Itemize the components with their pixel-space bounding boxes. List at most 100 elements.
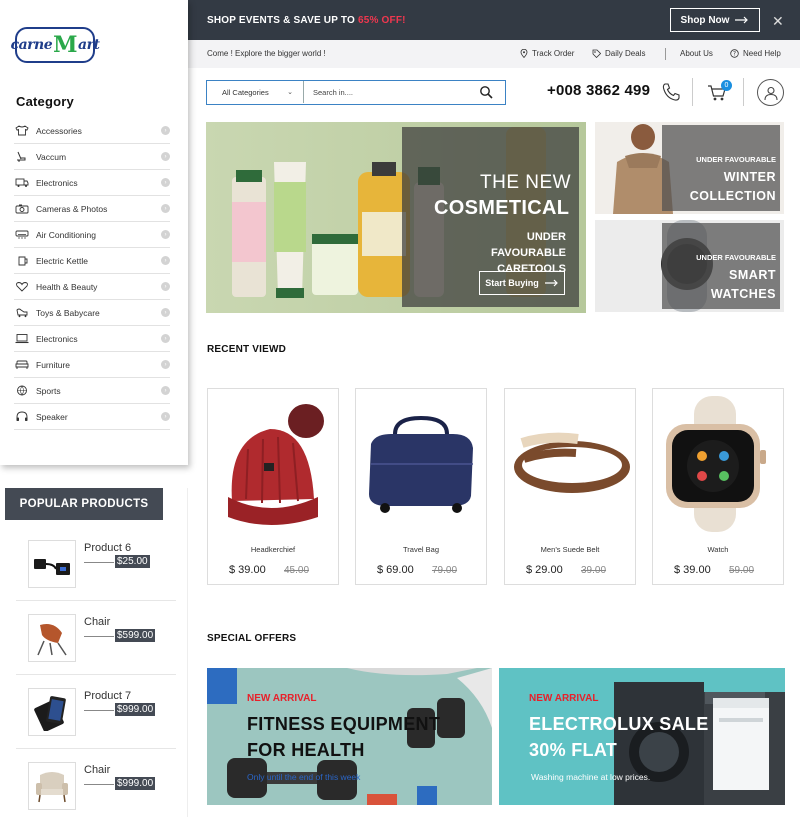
product-image[interactable] — [505, 389, 635, 539]
laptop-icon — [14, 333, 30, 345]
product-old-price: 39.00 — [581, 565, 607, 576]
product-image[interactable] — [653, 389, 783, 539]
product-card[interactable]: Watch $ 39.00 59.00 — [652, 388, 784, 585]
popular-product-item[interactable]: Chair $999.00 — [16, 749, 176, 817]
category-label: Furniture — [36, 359, 71, 370]
category-item-air-conditioning[interactable]: Air Conditioning › — [14, 222, 170, 248]
hero-banner-cosmetics[interactable]: THE NEW COSMETICAL UNDER FAVOURABLE CARE… — [206, 122, 586, 313]
product-card[interactable]: Travel Bag $ 69.00 79.00 — [355, 388, 487, 585]
banner-winter-collection[interactable]: UNDER FAVOURABLE WINTER COLLECTION — [595, 122, 784, 214]
arrow-right-icon — [735, 16, 749, 24]
product-thumbnail[interactable] — [28, 614, 76, 662]
offer-title-line2: FOR HEALTH — [247, 740, 365, 760]
product-image[interactable] — [356, 389, 486, 539]
product-price: $ 39.00 — [229, 564, 266, 576]
product-card[interactable]: Headkerchief $ 39.00 45.00 — [207, 388, 339, 585]
product-name[interactable]: Chair — [84, 764, 110, 776]
close-icon[interactable]: ✕ — [772, 13, 784, 30]
belt-image — [514, 432, 630, 493]
user-avatar[interactable] — [757, 79, 784, 106]
info-bar: Come ! Explore the bigger world ! Track … — [187, 40, 800, 68]
toy-icon — [14, 307, 30, 319]
chevron-right-icon: › — [161, 178, 170, 187]
popular-product-item[interactable]: Chair $599.00 — [16, 601, 176, 675]
category-item-electronics[interactable]: Electronics › — [14, 170, 170, 196]
product-name[interactable]: Chair — [84, 616, 110, 628]
product-old-price: 59.00 — [729, 565, 755, 576]
start-buying-button[interactable]: Start Buying — [479, 271, 565, 295]
popular-product-item[interactable]: Product 6 $25.00 — [16, 527, 176, 601]
product-name[interactable]: Headkerchief — [208, 545, 338, 554]
need-help-link[interactable]: ? Need Help — [730, 49, 781, 58]
promo-text: SHOP EVENTS & SAVE UP TO 65% OFF! — [207, 15, 406, 26]
product-price: $599.00 — [115, 629, 156, 642]
banner-smart-watches[interactable]: UNDER FAVOURABLE SMART WATCHES — [595, 220, 784, 312]
banner-subtitle: UNDER FAVOURABLE — [696, 253, 776, 262]
product-price: $999.00 — [115, 777, 156, 790]
offer-banner-fitness[interactable]: NEW ARRIVAL FITNESS EQUIPMENT FOR HEALTH… — [207, 668, 492, 805]
track-order-link[interactable]: Track Order — [520, 49, 574, 58]
phone-number[interactable]: +008 3862 499 — [547, 82, 650, 99]
special-offers-title: SPECIAL OFFERS — [207, 633, 297, 644]
product-name[interactable]: Men’s Suede Belt — [505, 545, 635, 554]
banner-title-line2: COLLECTION — [689, 189, 776, 203]
chevron-right-icon: › — [161, 256, 170, 265]
category-sidebar: carne Mart Category Accessories › Vaccum … — [0, 0, 188, 465]
about-us-link[interactable]: About Us — [680, 49, 713, 58]
product-card[interactable]: Men’s Suede Belt $ 29.00 39.00 — [504, 388, 636, 585]
phone-icon[interactable] — [661, 82, 681, 102]
product-old-price: 45.00 — [284, 565, 310, 576]
need-help-label: Need Help — [743, 49, 781, 58]
tag-icon — [592, 49, 601, 58]
category-item-cameras[interactable]: Cameras & Photos › — [14, 196, 170, 222]
vacuum-icon — [14, 151, 30, 163]
shop-now-label: Shop Now — [680, 14, 730, 26]
product-thumbnail[interactable] — [28, 540, 76, 588]
search-icon[interactable] — [479, 85, 493, 99]
search-input[interactable] — [307, 83, 467, 101]
logo-text: M — [53, 32, 77, 58]
popular-product-item[interactable]: Product 7 $999.00 — [16, 675, 176, 749]
offer-banner-electrolux[interactable]: NEW ARRIVAL ELECTROLUX SALE 30% FLAT Was… — [499, 668, 785, 805]
beanie-image — [228, 404, 324, 525]
daily-deals-link[interactable]: Daily Deals — [592, 49, 645, 58]
category-item-toys-babycare[interactable]: Toys & Babycare › — [14, 300, 170, 326]
product-thumbnail[interactable] — [28, 688, 76, 736]
daily-deals-label: Daily Deals — [605, 49, 646, 58]
category-label: Accessories — [36, 125, 82, 136]
product-name[interactable]: Watch — [653, 545, 783, 554]
logo-text: art — [78, 37, 100, 53]
category-item-speaker[interactable]: Speaker › — [14, 404, 170, 430]
offer-subtitle: Washing machine at low prices. — [531, 772, 651, 782]
category-item-sports[interactable]: Sports › — [14, 378, 170, 404]
cart-count-badge: 0 — [721, 80, 732, 91]
brand-logo[interactable]: carne Mart — [11, 27, 100, 63]
banner-title: SMART WATCHES — [711, 266, 776, 304]
welcome-message: Come ! Explore the bigger world ! — [207, 49, 326, 58]
category-item-electronics-2[interactable]: Electronics › — [14, 326, 170, 352]
product-thumbnail[interactable] — [28, 762, 76, 810]
category-item-accessories[interactable]: Accessories › — [14, 118, 170, 144]
divider — [743, 78, 744, 106]
product-name[interactable]: Travel Bag — [356, 545, 486, 554]
chevron-right-icon: › — [161, 334, 170, 343]
divider — [665, 48, 666, 60]
category-label: Air Conditioning — [36, 229, 97, 240]
product-image[interactable] — [208, 389, 338, 539]
category-label: Vaccum — [36, 151, 67, 162]
category-item-health-beauty[interactable]: Health & Beauty › — [14, 274, 170, 300]
sofa-icon — [14, 359, 30, 371]
about-us-label: About Us — [680, 49, 713, 58]
banner-title: WINTER COLLECTION — [690, 168, 776, 206]
category-item-vaccum[interactable]: Vaccum › — [14, 144, 170, 170]
truck-icon — [14, 177, 30, 189]
product-name[interactable]: Product 6 — [84, 542, 131, 554]
arrow-right-icon — [544, 279, 558, 287]
product-name[interactable]: Product 7 — [84, 690, 131, 702]
category-select[interactable]: All Categories ⌄ — [207, 81, 304, 103]
logo-text: carne — [10, 37, 53, 53]
promo-bar: SHOP EVENTS & SAVE UP TO 65% OFF! Shop N… — [187, 0, 800, 40]
shop-now-button[interactable]: Shop Now — [670, 8, 760, 32]
category-item-electric-kettle[interactable]: Electric Kettle › — [14, 248, 170, 274]
category-item-furniture[interactable]: Furniture › — [14, 352, 170, 378]
